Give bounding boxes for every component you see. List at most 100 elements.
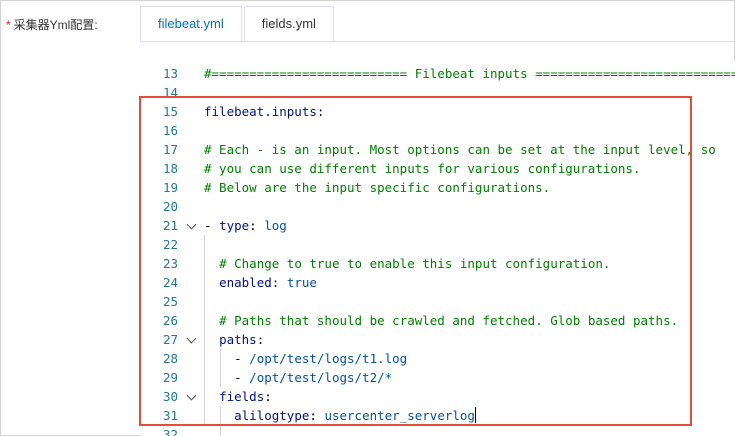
code-token: : (309, 408, 325, 423)
code-line[interactable]: 17 # Each - is an input. Most options can… (140, 140, 735, 159)
code-token: : (249, 218, 265, 233)
code-token: log (264, 218, 287, 233)
indent-guide (220, 349, 221, 387)
line-number: 22 (162, 237, 178, 252)
code-text: filebeat.inputs: (204, 102, 324, 121)
line-number: 21 (162, 218, 178, 233)
code-text: fields: (204, 387, 272, 406)
line-number: 17 (162, 142, 178, 157)
line-number: 31 (162, 408, 178, 423)
code-token: type (219, 218, 250, 233)
code-line[interactable]: 20 (140, 197, 735, 216)
fold-chevron-icon[interactable] (186, 333, 197, 344)
code-token: usercenter_serverlog (324, 408, 475, 423)
code-text: # Paths that should be crawled and fetch… (204, 311, 678, 330)
required-mark: * (6, 18, 11, 32)
code-line[interactable]: 22 (140, 235, 735, 254)
code-token: : (316, 104, 325, 119)
code-token: - (234, 351, 250, 366)
code-line[interactable]: 25 (140, 292, 735, 311)
line-number: 19 (162, 180, 178, 195)
code-line[interactable]: 19 # Below are the input specific configu… (140, 178, 735, 197)
code-token: - (204, 218, 220, 233)
code-token: # Change to true to enable this input co… (219, 256, 611, 271)
code-line[interactable]: 26 # Paths that should be crawled and fe… (140, 311, 735, 330)
code-token: /opt/test/logs/t2/* (249, 370, 393, 385)
code-token: # Below are the input specific configura… (204, 180, 551, 195)
code-text: - /opt/test/logs/t1.log (204, 349, 407, 368)
code-text: enabled: true (204, 273, 317, 292)
code-line[interactable]: 18 # you can use different inputs for var… (140, 159, 735, 178)
code-token: enabled (219, 275, 272, 290)
line-number: 18 (162, 161, 178, 176)
line-number: 13 (162, 66, 178, 81)
tab-divider (140, 41, 735, 42)
code-token: : (256, 332, 265, 347)
code-token: paths (219, 332, 257, 347)
line-number: 29 (162, 370, 178, 385)
code-line[interactable]: 14 (140, 83, 735, 102)
fold-chevron-icon[interactable] (186, 390, 197, 401)
line-number: 32 (162, 427, 178, 436)
text-cursor (474, 407, 476, 423)
code-token: # Paths that should be crawled and fetch… (219, 313, 679, 328)
line-number: 16 (162, 123, 178, 138)
line-number: 15 (162, 104, 178, 119)
line-number: 28 (162, 351, 178, 366)
code-line[interactable]: 21 - type: log (140, 216, 735, 235)
code-token: # Each - is an input. Most options can b… (204, 142, 716, 157)
code-token: fields (219, 389, 265, 404)
code-text: - /opt/test/logs/t2/* (204, 368, 392, 387)
code-text: # you can use different inputs for vario… (204, 159, 641, 178)
code-line[interactable]: 28 - /opt/test/logs/t1.log (140, 349, 735, 368)
tab-fields-yml[interactable]: fields.yml (243, 6, 334, 41)
code-token: : (264, 389, 272, 404)
code-token: - (234, 370, 250, 385)
code-line[interactable]: 29 - /opt/test/logs/t2/* (140, 368, 735, 387)
code-line[interactable]: 16 (140, 121, 735, 140)
line-number: 23 (162, 256, 178, 271)
code-token: # you can use different inputs for vario… (204, 161, 641, 176)
line-number: 24 (162, 275, 178, 290)
line-number: 30 (162, 389, 178, 404)
line-number: 25 (162, 294, 178, 309)
indent-guide (204, 235, 205, 425)
code-token: : (271, 275, 287, 290)
code-editor[interactable]: 13 #========================== Filebeat i… (140, 61, 735, 436)
line-number: 26 (162, 313, 178, 328)
field-label-text: 采集器Yml配置: (13, 18, 98, 32)
line-number: 14 (162, 85, 178, 100)
line-number: 27 (162, 332, 178, 347)
indent-guide (220, 406, 221, 436)
code-line[interactable]: 23 # Change to true to enable this input… (140, 254, 735, 273)
code-line[interactable]: 24 enabled: true (140, 273, 735, 292)
code-text: # Below are the input specific configura… (204, 178, 550, 197)
code-token: /opt/test/logs/t1.log (249, 351, 408, 366)
code-line[interactable]: 31 alilogtype: usercenter_serverlog (140, 406, 735, 425)
code-line[interactable]: 15 filebeat.inputs: (140, 102, 735, 121)
code-token: filebeat.inputs (204, 104, 317, 119)
field-label: * 采集器Yml配置: (6, 16, 98, 33)
code-token: true (286, 275, 317, 290)
fold-chevron-icon[interactable] (186, 219, 197, 230)
code-text: # Change to true to enable this input co… (204, 254, 610, 273)
code-line[interactable]: 13 #========================== Filebeat i… (140, 64, 735, 83)
code-token: #========================== Filebeat inp… (204, 66, 735, 81)
code-text: alilogtype: usercenter_serverlog (204, 406, 476, 425)
code-text: paths: (204, 330, 264, 349)
tab-filebeat-yml[interactable]: filebeat.yml (140, 6, 242, 43)
code-text: # Each - is an input. Most options can b… (204, 140, 716, 159)
code-text: - type: log (204, 216, 287, 235)
line-number: 20 (162, 199, 178, 214)
file-tabs: filebeat.yml fields.yml (140, 6, 336, 43)
code-text: #========================== Filebeat inp… (204, 64, 735, 83)
code-line[interactable]: 27 paths: (140, 330, 735, 349)
code-line[interactable]: 30 fields: (140, 387, 735, 406)
code-line[interactable]: 32 (140, 425, 735, 436)
code-token: alilogtype (234, 408, 310, 423)
